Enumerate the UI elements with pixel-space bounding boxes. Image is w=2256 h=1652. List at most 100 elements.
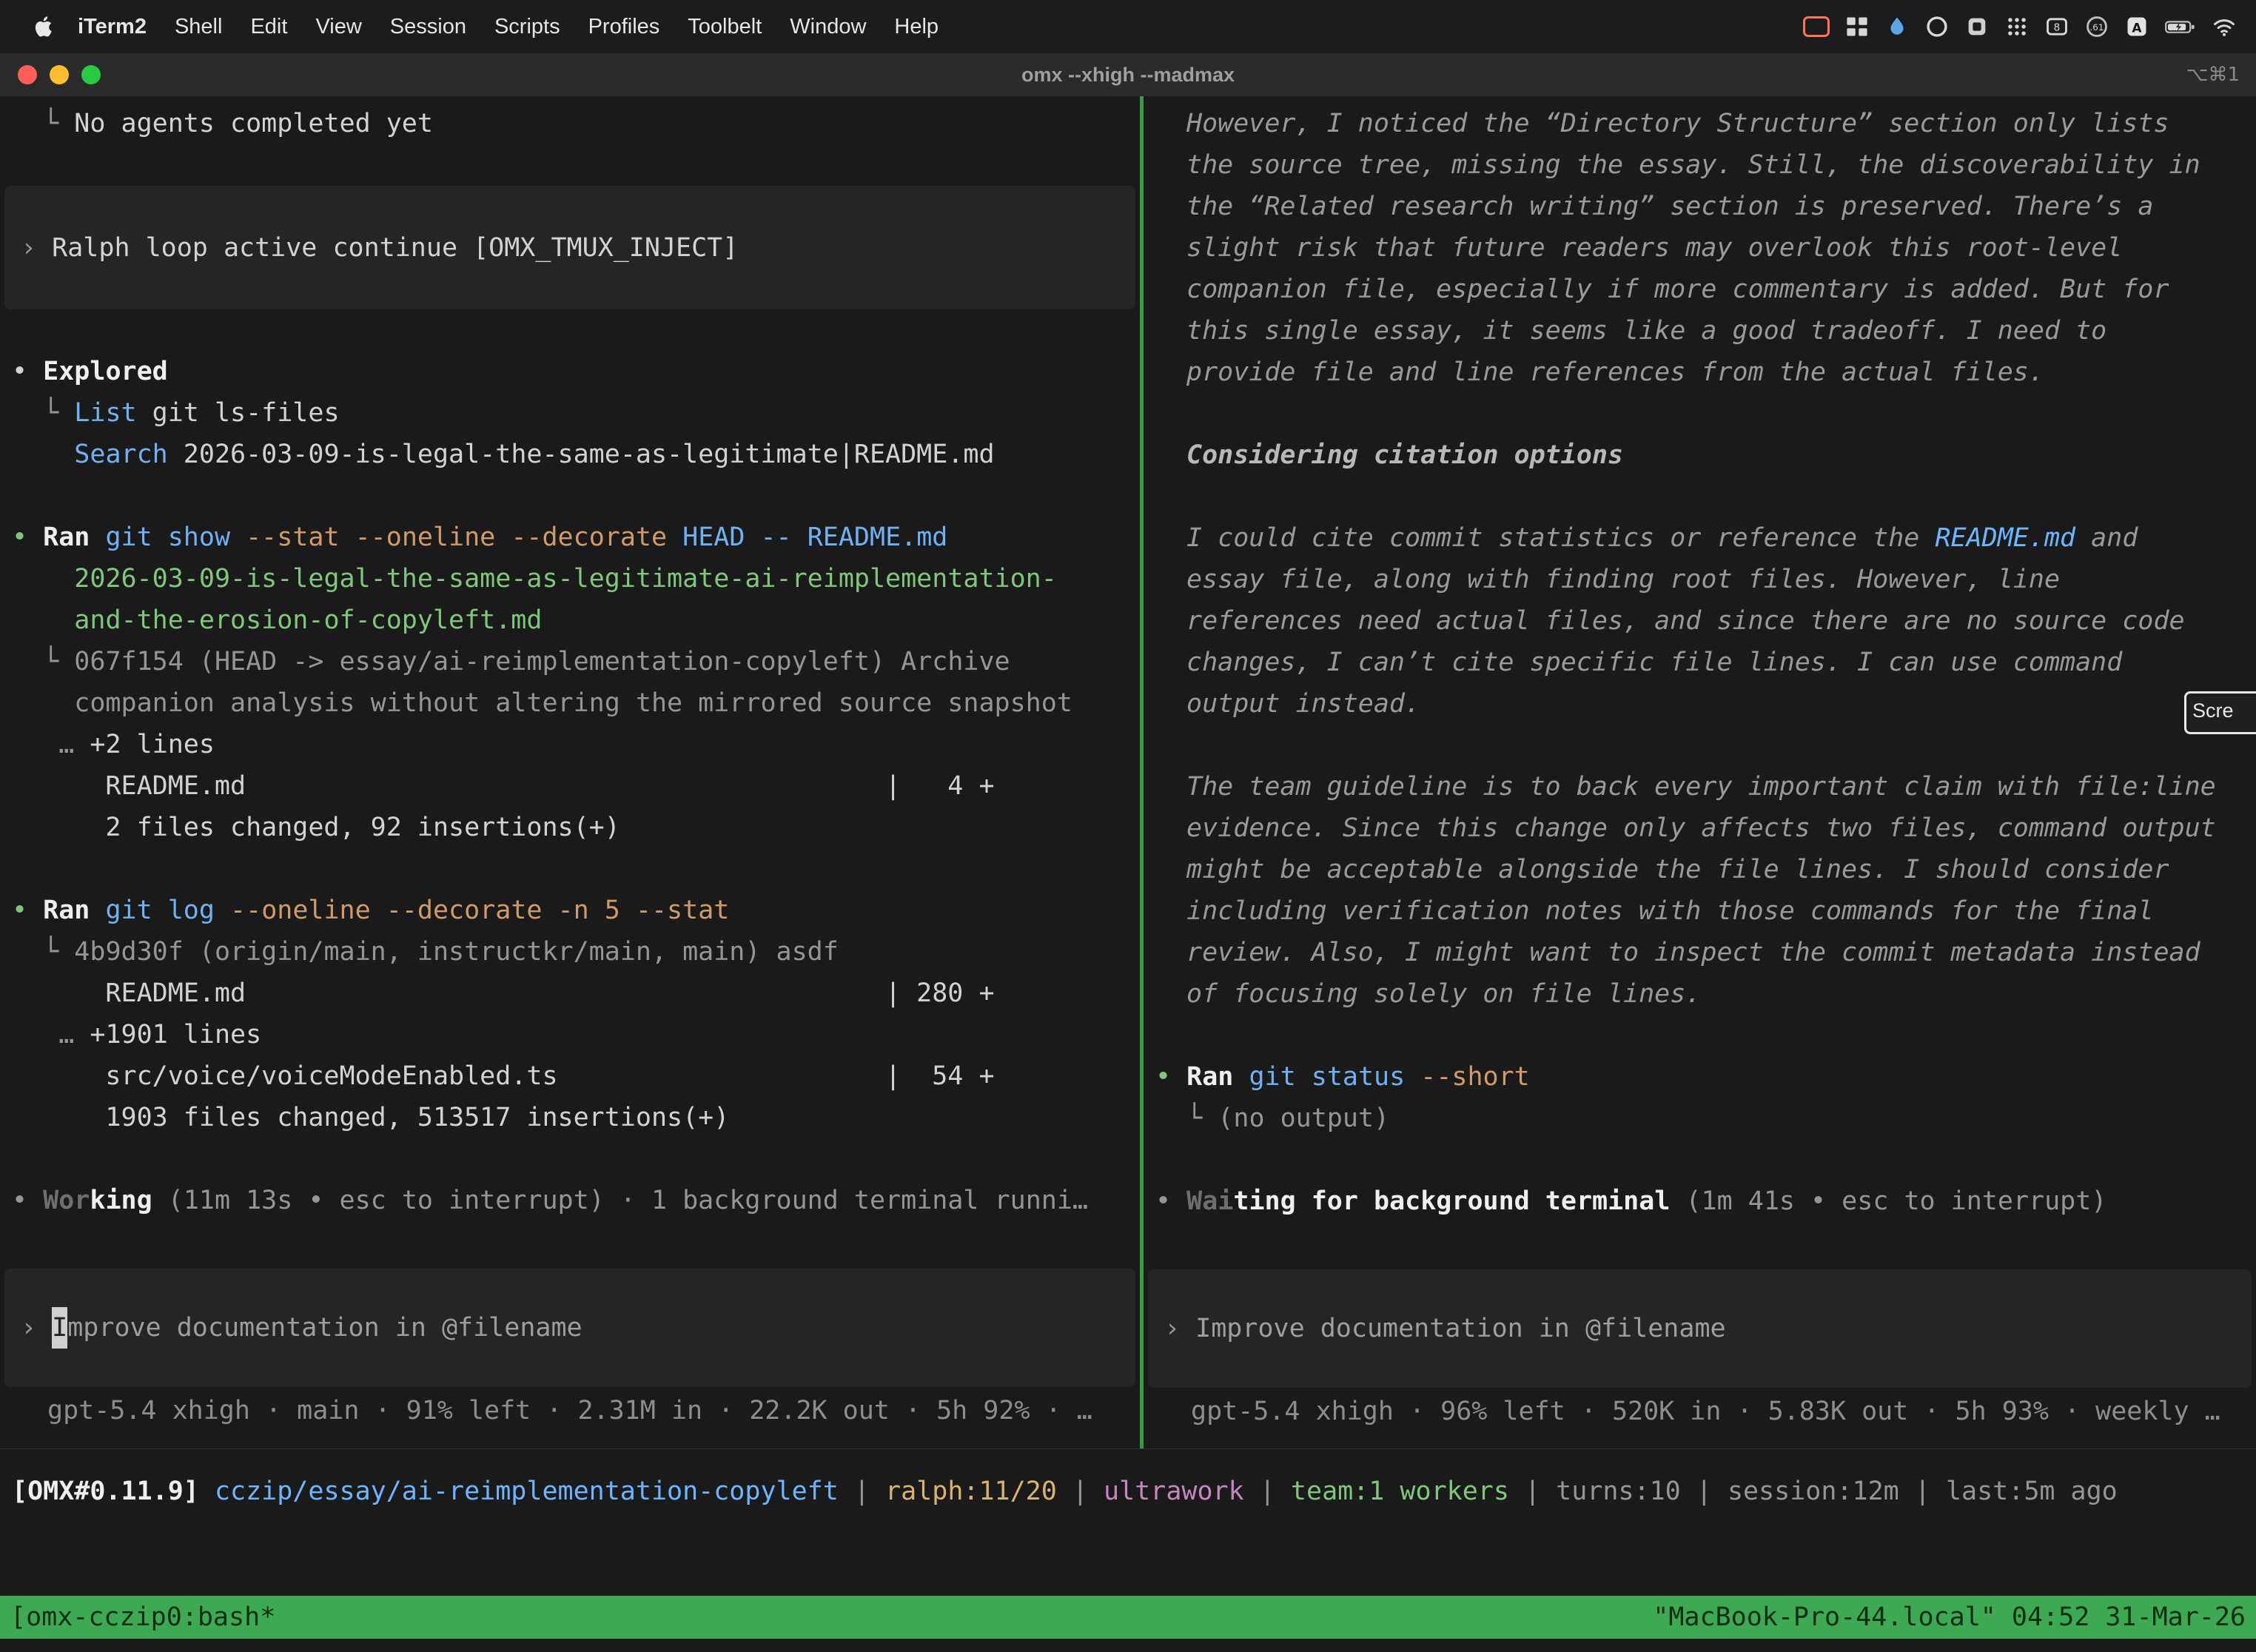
- menu-shell[interactable]: Shell: [161, 15, 237, 38]
- text-segment: and: [2075, 523, 2138, 553]
- text-segment: Ran: [43, 896, 90, 925]
- reasoning-line: review. Also, I might want to inspect th…: [1155, 932, 2244, 973]
- menu-iterm2[interactable]: iTerm2: [64, 15, 161, 38]
- text-segment: src/voice/voiceModeEnabled.ts | 54 +: [12, 1061, 995, 1091]
- window-title-bar: omx --xhigh --madmax ⌥⌘1: [0, 53, 2256, 97]
- apple-menu-icon[interactable]: [21, 14, 64, 39]
- text-segment: README.md | 4 +: [12, 771, 995, 801]
- text-segment: ting for background terminal: [1233, 1186, 1670, 1216]
- text-segment: including verification notes with those …: [1186, 896, 2153, 926]
- terminal-line: • Ran git show --stat --oneline --decora…: [12, 517, 1128, 558]
- terminal-line: • Working (11m 13s • esc to interrupt) ·…: [12, 1180, 1128, 1221]
- text-segment: No agents completed yet: [74, 109, 433, 138]
- shortcut-icon[interactable]: [1964, 12, 1990, 41]
- text-segment: team:1 workers: [1291, 1477, 1509, 1506]
- prompt-input[interactable]: › Improve documentation in @filename: [4, 1269, 1135, 1387]
- input-source-icon[interactable]: A: [2124, 12, 2149, 41]
- text-segment: this single essay, it seems like a good …: [1186, 316, 2106, 346]
- input-text: Improve documentation in @filename: [1195, 1308, 1725, 1349]
- menu-bar-menus: iTerm2ShellEditViewSessionScriptsProfile…: [0, 14, 953, 39]
- prompt-input[interactable]: › Improve documentation in @filename: [1148, 1269, 2252, 1388]
- battery-icon[interactable]: [2164, 12, 2197, 41]
- text-segment: changes, I can’t cite specific file line…: [1186, 648, 2122, 677]
- menu-scripts[interactable]: Scripts: [480, 15, 574, 38]
- right-pane[interactable]: However, I noticed the “Directory Struct…: [1144, 96, 2256, 1448]
- wifi-icon[interactable]: [2212, 12, 2237, 41]
- reasoning-line: of focusing solely on file lines.: [1155, 973, 2244, 1015]
- text-segment: |: [1057, 1477, 1104, 1506]
- menu-edit[interactable]: Edit: [236, 15, 301, 38]
- reasoning-line: including verification notes with those …: [1155, 890, 2244, 932]
- text-segment: •: [12, 523, 43, 552]
- text-segment: README.md: [1935, 523, 2075, 553]
- text-segment: I could cite commit statistics or refere…: [1186, 523, 1935, 553]
- tmux-session-label: [omx-cczip0:bash*: [10, 1602, 275, 1632]
- terminal-line: └ No agents completed yet: [12, 103, 1128, 144]
- terminal-line: └ 4b9d30f (origin/main, instructkr/main,…: [12, 931, 1128, 973]
- menu-profiles[interactable]: Profiles: [574, 15, 674, 38]
- inject-banner: › Ralph loop active continue [OMX_TMUX_I…: [4, 186, 1135, 309]
- menu-view[interactable]: View: [301, 15, 375, 38]
- text-segment: |: [1509, 1477, 1556, 1506]
- text-segment: and-the-erosion-of-copyleft.md: [74, 605, 542, 635]
- grid-icon[interactable]: [1844, 12, 1870, 41]
- text-segment: references need actual files, and since …: [1186, 606, 2185, 636]
- reasoning-line: changes, I can’t cite specific file line…: [1155, 642, 2244, 683]
- text-segment: [1405, 1062, 1420, 1092]
- text-segment: +1901 lines: [90, 1020, 261, 1050]
- screen: iTerm2ShellEditViewSessionScriptsProfile…: [0, 0, 2256, 1652]
- text-segment: Ralph loop active continue [OMX_TMUX_INJ…: [52, 233, 738, 263]
- text-segment: ultrawork: [1104, 1477, 1244, 1506]
- reasoning-line: provide file and line references from th…: [1155, 352, 2244, 393]
- reasoning-line: I could cite commit statistics or refere…: [1155, 517, 2244, 559]
- text-segment: +2 lines: [90, 730, 215, 759]
- text-segment: git show: [105, 523, 230, 552]
- dots-grid-icon[interactable]: [2004, 12, 2030, 41]
- text-segment: 067f154 (HEAD -> essay/ai-reimplementati…: [74, 647, 1010, 676]
- window-shortcut-badge: ⌥⌘1: [2186, 53, 2240, 96]
- text-segment: 2 files changed, 92 insertions(+): [12, 813, 620, 842]
- text-segment: •: [1155, 1186, 1186, 1216]
- text-segment: [12, 730, 58, 759]
- drop-icon[interactable]: [1884, 12, 1910, 41]
- reasoning-line: However, I noticed the “Directory Struct…: [1155, 103, 2244, 144]
- menu-bar-status-icons: 8 .61 A: [1803, 12, 2256, 41]
- svg-text:.61: .61: [2090, 22, 2104, 33]
- circle-icon[interactable]: [1924, 12, 1950, 41]
- text-segment: [90, 523, 105, 552]
- reasoning-line: might be acceptable alongside the file l…: [1155, 849, 2244, 890]
- menu-window[interactable]: Window: [776, 15, 880, 38]
- hotkey-8-icon[interactable]: 8: [2044, 12, 2069, 41]
- terminal-line: • Explored: [12, 351, 1128, 392]
- text-segment: king: [90, 1186, 152, 1215]
- reasoning-line: the source tree, missing the essay. Stil…: [1155, 144, 2244, 186]
- omx-status-line: [OMX#0.11.9] cczip/essay/ai-reimplementa…: [12, 1471, 2256, 1512]
- prompt-chevron: ›: [1164, 1308, 1195, 1349]
- text-segment: evidence. Since this change only affects…: [1186, 813, 2216, 843]
- session-status-line: gpt-5.4 xhigh · main · 91% left · 2.31M …: [12, 1390, 1128, 1431]
- menu-help[interactable]: Help: [880, 15, 953, 38]
- menu-toolbelt[interactable]: Toolbelt: [674, 15, 776, 38]
- text-segment: |: [1899, 1477, 1946, 1506]
- text-segment: ralph:11/20: [885, 1477, 1057, 1506]
- text-segment: …: [58, 1020, 90, 1050]
- left-pane[interactable]: └ No agents completed yet › Ralph loop ac…: [0, 96, 1140, 1448]
- text-segment: [90, 896, 105, 925]
- text-segment: 2026-03-09-is-legal-the-same-as-legitima…: [74, 564, 1057, 594]
- terminal-line: 1903 files changed, 513517 insertions(+): [12, 1097, 1128, 1138]
- text-segment: •: [12, 357, 43, 386]
- terminal-line: companion analysis without altering the …: [12, 682, 1128, 724]
- text-segment: git ls-files: [137, 398, 340, 428]
- menu-session[interactable]: Session: [376, 15, 480, 38]
- terminal-line: and-the-erosion-of-copyleft.md: [12, 600, 1128, 641]
- text-segment: The team guideline is to back every impo…: [1186, 772, 2216, 802]
- text-segment: turns:10: [1556, 1477, 1681, 1506]
- screen-recording-tooltip: Scre: [2184, 691, 2256, 734]
- text-segment: Considering citation options: [1186, 440, 1623, 470]
- screen-recording-indicator[interactable]: [1803, 12, 1830, 41]
- gauge-61-icon[interactable]: .61: [2084, 12, 2109, 41]
- text-segment: 2026-03-09-is-legal-the-same-as-legitima…: [168, 440, 995, 469]
- text-segment: session:12m: [1728, 1477, 1899, 1506]
- text-segment: List: [74, 398, 136, 428]
- text-segment: However, I noticed the “Directory Struct…: [1186, 109, 2169, 138]
